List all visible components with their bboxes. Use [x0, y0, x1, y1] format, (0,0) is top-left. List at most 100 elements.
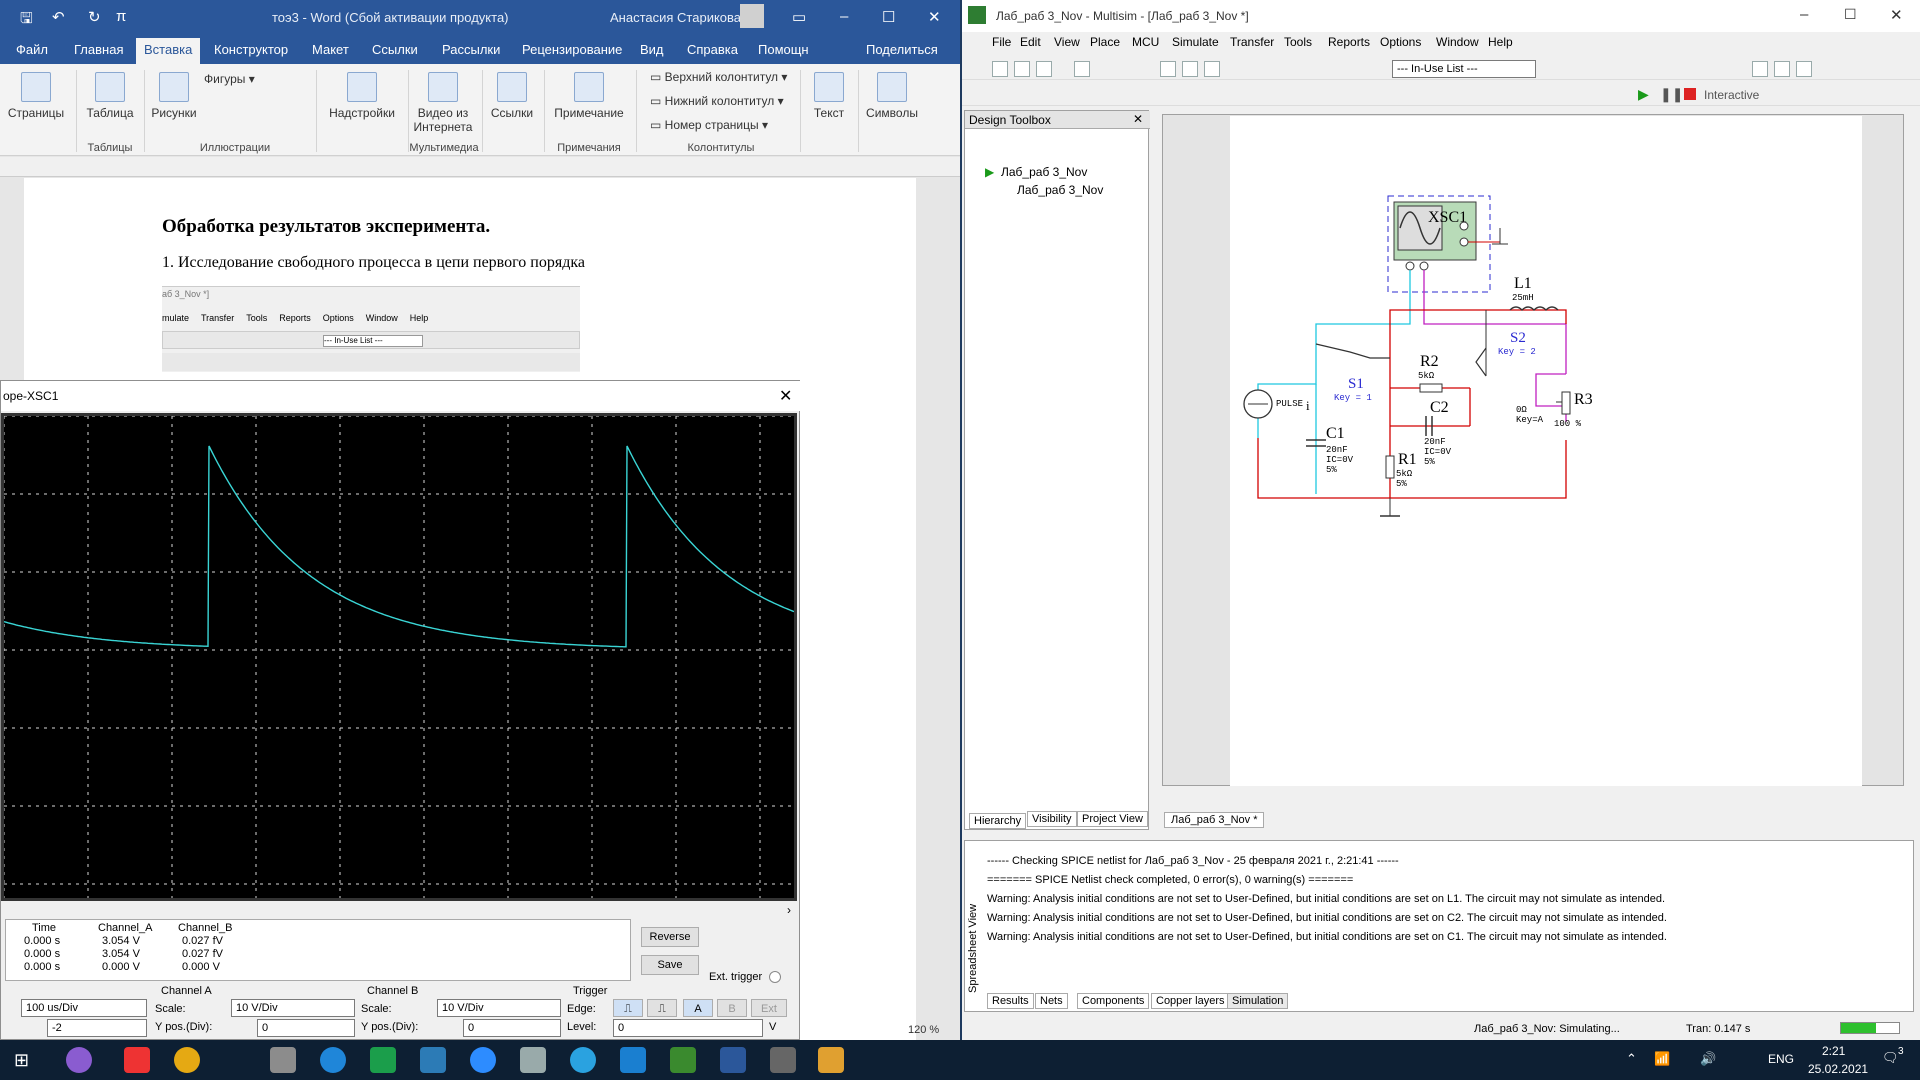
falling-edge-button[interactable]: ⎍ [647, 999, 677, 1017]
online-video-button[interactable]: Видео из Интернета [410, 72, 476, 134]
equation-icon[interactable]: π [116, 8, 126, 25]
save-icon[interactable]: 🖫 [20, 8, 33, 33]
page-number-button[interactable]: ▭ Номер страницы ▾ [650, 118, 790, 132]
table-button[interactable]: Таблица [82, 72, 138, 120]
comment-button[interactable]: Примечание [548, 72, 630, 120]
tab-results[interactable]: Results [987, 993, 1034, 1009]
trigger-a-button[interactable]: A [683, 999, 713, 1017]
in-use-list-dropdown[interactable]: --- In-Use List --- [1392, 60, 1536, 78]
tab-copper-layers[interactable]: Copper layers [1151, 993, 1230, 1009]
maximize-icon[interactable]: ☐ [1844, 6, 1857, 23]
app-icon[interactable] [620, 1047, 646, 1073]
stop-icon[interactable] [1684, 88, 1696, 100]
chevron-right-icon[interactable]: › [787, 903, 791, 917]
tab-project-view[interactable]: Project View [1077, 811, 1148, 827]
channel-a-ypos-input[interactable]: 0 [257, 1019, 355, 1037]
addins-button[interactable]: Надстройки [322, 72, 402, 120]
grid-icon[interactable] [1182, 61, 1198, 77]
language-indicator[interactable]: ENG [1768, 1052, 1794, 1066]
minimize-icon[interactable]: – [1800, 6, 1808, 23]
tab-nets[interactable]: Nets [1035, 993, 1068, 1009]
tab-tell-me[interactable]: Помощн [758, 42, 809, 57]
new-icon[interactable] [992, 61, 1008, 77]
menu-help[interactable]: Help [1488, 35, 1513, 49]
tab-hierarchy[interactable]: Hierarchy [969, 813, 1027, 829]
clock-date[interactable]: 25.02.2021 [1808, 1062, 1868, 1076]
tree-sheet[interactable]: Лаб_раб 3_Nov [1017, 183, 1103, 197]
tab-view[interactable]: Вид [640, 42, 664, 57]
zoom-icon[interactable] [470, 1047, 496, 1073]
pages-button[interactable]: Страницы [6, 72, 66, 120]
open-icon[interactable] [1014, 61, 1030, 77]
interactive-label[interactable]: Interactive [1704, 88, 1759, 102]
app-icon[interactable] [66, 1047, 92, 1073]
header-button[interactable]: ▭ Верхний колонтитул ▾ [650, 70, 790, 84]
redo-icon[interactable]: ↻ [88, 8, 101, 26]
menu-edit[interactable]: Edit [1020, 35, 1041, 49]
minimize-icon[interactable]: – [840, 8, 848, 25]
multisim-icon[interactable] [770, 1047, 796, 1073]
menu-transfer[interactable]: Transfer [1230, 35, 1274, 49]
channel-a-scale-input[interactable]: 10 V/Div [231, 999, 355, 1017]
trigger-level-input[interactable]: 0 [613, 1019, 763, 1037]
reverse-button[interactable]: Reverse [641, 927, 699, 947]
menu-file[interactable]: File [992, 35, 1011, 49]
tab-review[interactable]: Рецензирование [522, 42, 622, 57]
save-icon[interactable] [1036, 61, 1052, 77]
close-icon[interactable]: ✕ [1133, 112, 1143, 126]
ext-trigger-radio[interactable] [769, 971, 781, 983]
symbols-button[interactable]: Символы [862, 72, 922, 120]
app-icon[interactable] [670, 1047, 696, 1073]
network-icon[interactable]: 📶 [1654, 1051, 1670, 1067]
tab-insert[interactable]: Вставка [136, 38, 201, 64]
pictures-button[interactable]: Рисунки [148, 72, 200, 120]
yandex-icon[interactable] [124, 1047, 150, 1073]
shapes-button[interactable]: Фигуры ▾ [204, 72, 274, 86]
volume-icon[interactable]: 🔊 [1700, 1051, 1716, 1067]
tab-help[interactable]: Справка [687, 42, 738, 57]
pycharm-icon[interactable] [370, 1047, 396, 1073]
run-icon[interactable]: ▶ [1638, 86, 1649, 103]
chrome-icon[interactable] [174, 1047, 200, 1073]
zoom-out-icon[interactable] [1774, 61, 1790, 77]
rising-edge-button[interactable]: ⎍ [613, 999, 643, 1017]
close-icon[interactable]: ✕ [1890, 6, 1903, 24]
notification-icon[interactable]: 🗨 [1882, 1050, 1899, 1066]
trigger-ext-button[interactable]: Ext [751, 999, 787, 1017]
zoom-area-icon[interactable] [1796, 61, 1812, 77]
zoom-level[interactable]: 120 % [908, 1024, 939, 1036]
tab-layout[interactable]: Макет [312, 42, 349, 57]
app-icon[interactable] [818, 1047, 844, 1073]
menu-tools[interactable]: Tools [1284, 35, 1312, 49]
links-button[interactable]: Ссылки [486, 72, 538, 120]
footer-button[interactable]: ▭ Нижний колонтитул ▾ [650, 94, 790, 108]
trigger-b-button[interactable]: B [717, 999, 747, 1017]
schematic-sheet[interactable]: XSC1 L1 25mH S1 Key = 1 S2 Key = 2 R2 5k… [1230, 116, 1862, 786]
print-icon[interactable] [1074, 61, 1090, 77]
tree-project[interactable]: Лаб_раб 3_Nov [1001, 165, 1087, 179]
word-icon[interactable] [720, 1047, 746, 1073]
telegram-icon[interactable] [570, 1047, 596, 1073]
calculator-icon[interactable] [270, 1047, 296, 1073]
menu-place[interactable]: Place [1090, 35, 1120, 49]
tab-home[interactable]: Главная [74, 42, 123, 57]
channel-b-ypos-input[interactable]: 0 [463, 1019, 561, 1037]
windows-start-icon[interactable]: ⊞ [14, 1050, 29, 1071]
save-button[interactable]: Save [641, 955, 699, 975]
share-button[interactable]: Поделиться [866, 42, 938, 57]
pause-icon[interactable]: ❚❚ [1660, 86, 1683, 103]
maximize-icon[interactable]: ☐ [882, 8, 895, 26]
x-position-input[interactable]: -2 [47, 1019, 147, 1037]
avatar[interactable] [740, 4, 764, 28]
chevron-up-icon[interactable]: ⌃ [1626, 1051, 1637, 1067]
menu-reports[interactable]: Reports [1328, 35, 1370, 49]
tab-file[interactable]: Файл [16, 42, 48, 57]
tab-mailings[interactable]: Рассылки [442, 42, 500, 57]
tab-components[interactable]: Components [1077, 993, 1150, 1009]
menu-options[interactable]: Options [1380, 35, 1421, 49]
teamviewer-icon[interactable] [320, 1047, 346, 1073]
grid-icon[interactable] [1204, 61, 1220, 77]
text-button[interactable]: Текст [804, 72, 854, 120]
close-icon[interactable]: ✕ [779, 386, 792, 406]
grid-icon[interactable] [1160, 61, 1176, 77]
